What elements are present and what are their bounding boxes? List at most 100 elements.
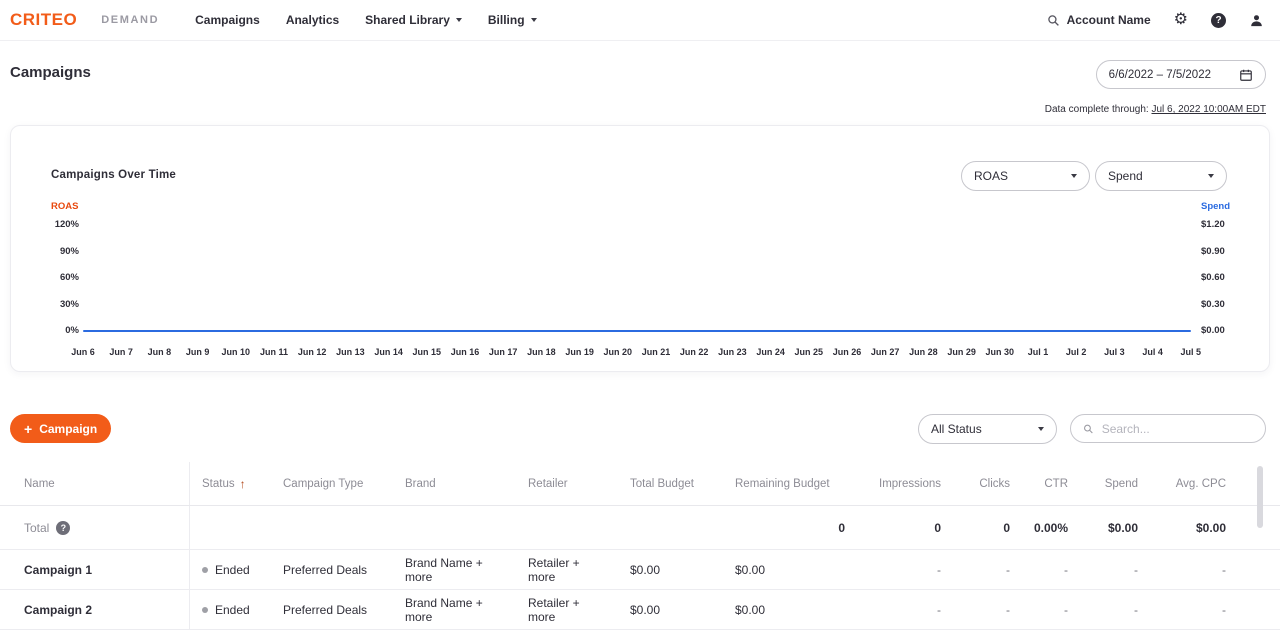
total-value: 0 — [838, 521, 845, 535]
plus-icon: + — [24, 422, 32, 436]
search-icon — [1083, 423, 1094, 435]
column-header-brand[interactable]: Brand — [393, 462, 516, 505]
new-campaign-button[interactable]: + Campaign — [10, 414, 111, 443]
y-axis-tick-left: 60% — [41, 272, 79, 283]
account-switcher[interactable]: Account Name — [1047, 13, 1151, 27]
table-body: Campaign 1 Ended Preferred DealsBrand Name… — [0, 550, 1280, 630]
column-header-name[interactable]: Name — [0, 462, 190, 505]
search-input[interactable] — [1102, 422, 1253, 436]
right-metric-value: Spend — [1108, 169, 1143, 183]
data-complete-link[interactable]: Jul 6, 2022 10:00AM EDT — [1151, 104, 1266, 115]
row-cell-brand: Brand Name + more — [393, 590, 516, 629]
row-cell-impressions: - — [857, 550, 953, 589]
vertical-scrollbar[interactable] — [1257, 466, 1263, 528]
total-retailer — [516, 506, 618, 549]
status-label: Ended — [215, 603, 250, 617]
row-cell-ctr: - — [1022, 590, 1080, 629]
row-cell-spend: - — [1080, 590, 1150, 629]
help-icon[interactable]: ? — [56, 521, 70, 535]
row-cell-remaining_budget: $0.00 — [723, 590, 857, 629]
column-header-label: Retailer — [528, 478, 568, 490]
nav-item-analytics[interactable]: Analytics — [286, 13, 339, 27]
column-header-clicks[interactable]: Clicks — [953, 462, 1022, 505]
chevron-down-icon — [1208, 174, 1214, 178]
column-header-campaign_type[interactable]: Campaign Type — [271, 462, 393, 505]
total-campaign_type — [271, 506, 393, 549]
column-header-label: Brand — [405, 478, 436, 490]
column-header-ctr[interactable]: CTR — [1022, 462, 1080, 505]
y-axis-tick-left: 90% — [41, 246, 79, 257]
row-cell-ctr: - — [1022, 550, 1080, 589]
chart-title: Campaigns Over Time — [51, 169, 176, 181]
column-header-impressions[interactable]: Impressions — [857, 462, 953, 505]
total-name: Total? — [0, 506, 190, 549]
column-header-remaining_budget[interactable]: Remaining Budget — [723, 462, 857, 505]
total-total_budget — [618, 506, 723, 549]
campaigns-table: NameStatus↑ Campaign Type Brand Retailer Tot… — [0, 462, 1280, 630]
nav-item-billing[interactable]: Billing — [488, 13, 537, 27]
nav-item-campaigns[interactable]: Campaigns — [195, 13, 260, 27]
status-filter-value: All Status — [931, 422, 982, 436]
total-impressions: 0 — [857, 506, 953, 549]
nav-item-label: Shared Library — [365, 13, 450, 27]
row-cell-total_budget: $0.00 — [618, 590, 723, 629]
status-label: Ended — [215, 563, 250, 577]
right-axis-title: Spend — [1201, 201, 1230, 212]
chevron-down-icon — [1071, 174, 1077, 178]
column-header-label: Avg. CPC — [1176, 478, 1226, 490]
search-box — [1070, 414, 1266, 443]
table-row: Campaign 1EndedPreferred DealsBrand Name… — [0, 550, 1280, 590]
right-metric-select[interactable]: Spend — [1095, 161, 1227, 191]
total-value: 0 — [1003, 521, 1010, 535]
y-axis-tick-right: $0.30 — [1201, 299, 1225, 310]
row-cell-retailer: Retailer + more — [516, 590, 618, 629]
table-header-row: NameStatus↑ Campaign Type Brand Retailer Tot… — [0, 462, 1280, 506]
row-cell-name[interactable]: Campaign 2 — [0, 590, 190, 629]
chevron-down-icon — [1038, 427, 1044, 431]
spend-line-series — [83, 330, 1191, 332]
left-metric-value: ROAS — [974, 169, 1008, 183]
page-title: Campaigns — [10, 64, 91, 81]
criteo-logo[interactable]: CRITEO — [10, 10, 77, 30]
column-header-label: Impressions — [879, 478, 941, 490]
row-cell-name[interactable]: Campaign 1 — [0, 550, 190, 589]
left-metric-select[interactable]: ROAS — [961, 161, 1090, 191]
total-spend: $0.00 — [1080, 506, 1150, 549]
total-remaining_budget: 0 — [723, 506, 857, 549]
column-header-retailer[interactable]: Retailer — [516, 462, 618, 505]
table-row: Campaign 2EndedPreferred DealsBrand Name… — [0, 590, 1280, 630]
y-axis-tick-right: $1.20 — [1201, 219, 1225, 230]
status-filter-select[interactable]: All Status — [918, 414, 1057, 444]
total-clicks: 0 — [953, 506, 1022, 549]
column-header-avg_cpc[interactable]: Avg. CPC — [1150, 462, 1238, 505]
column-header-spend[interactable]: Spend — [1080, 462, 1150, 505]
total-avg_cpc: $0.00 — [1150, 506, 1238, 549]
nav-item-label: Campaigns — [195, 13, 260, 27]
table-total-row: Total?0000.00%$0.00$0.00 — [0, 506, 1280, 550]
row-cell-retailer: Retailer + more — [516, 550, 618, 589]
help-icon[interactable]: ? — [1211, 13, 1226, 28]
column-header-total_budget[interactable]: Total Budget — [618, 462, 723, 505]
account-name-label: Account Name — [1067, 13, 1151, 27]
total-label: Total — [24, 521, 49, 535]
column-header-label: Campaign Type — [283, 478, 363, 490]
sort-ascending-icon: ↑ — [240, 477, 246, 491]
status-dot-icon — [202, 607, 208, 613]
date-range-picker[interactable]: 6/6/2022 – 7/5/2022 — [1096, 60, 1266, 89]
row-cell-avg_cpc: - — [1150, 550, 1238, 589]
date-range-value: 6/6/2022 – 7/5/2022 — [1109, 69, 1211, 81]
row-cell-campaign_type: Preferred Deals — [271, 550, 393, 589]
row-cell-status: Ended — [190, 550, 271, 589]
total-value: $0.00 — [1108, 521, 1138, 535]
gear-icon[interactable]: ⚙ — [1174, 12, 1188, 28]
column-header-status[interactable]: Status↑ — [190, 462, 271, 505]
search-icon — [1047, 14, 1060, 27]
user-icon[interactable] — [1249, 13, 1264, 28]
row-cell-avg_cpc: - — [1150, 590, 1238, 629]
column-header-label: CTR — [1044, 478, 1068, 490]
nav-item-shared-library[interactable]: Shared Library — [365, 13, 462, 27]
row-cell-clicks: - — [953, 590, 1022, 629]
new-campaign-label: Campaign — [39, 422, 97, 436]
primary-nav: Campaigns Analytics Shared Library Billing — [195, 13, 536, 27]
total-value: 0.00% — [1034, 521, 1068, 535]
